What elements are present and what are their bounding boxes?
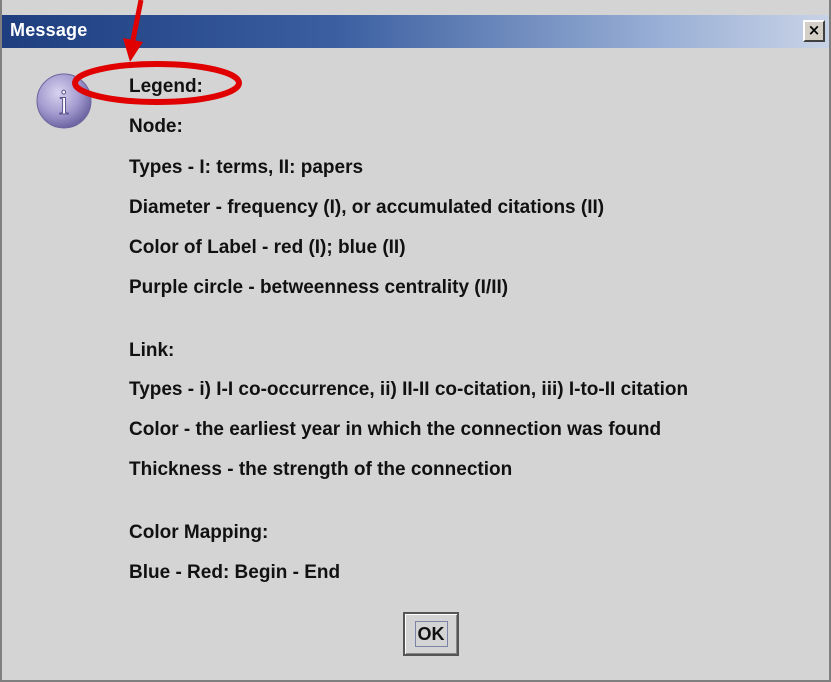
message-line-link-color: Color - the earliest year in which the c… <box>129 419 662 440</box>
message-line-legend: Legend: <box>129 76 203 97</box>
message-line-link-thickness: Thickness - the strength of the connecti… <box>129 459 513 480</box>
message-line-label-color: Color of Label - red (I); blue (II) <box>129 237 406 258</box>
close-button[interactable]: × <box>803 20 825 42</box>
message-line-node-diameter: Diameter - frequency (I), or accumulated… <box>129 197 605 218</box>
ok-button[interactable]: OK <box>403 612 459 656</box>
message-line-node-types: Types - I: terms, II: papers <box>129 157 364 178</box>
message-line-color-mapping: Blue - Red: Begin - End <box>129 562 341 583</box>
message-dialog: Message × i Legend: Node: Types - I: ter… <box>0 0 831 682</box>
info-icon: i <box>36 73 92 129</box>
window-title: Message <box>10 20 88 40</box>
message-line-color-mapping-heading: Color Mapping: <box>129 522 269 543</box>
title-bar[interactable]: Message × <box>2 15 829 48</box>
message-line-node-heading: Node: <box>129 116 183 137</box>
message-line-link-types: Types - i) I-I co-occurrence, ii) II-II … <box>129 379 689 400</box>
info-glyph: i <box>59 82 69 122</box>
ok-button-label: OK <box>414 621 448 647</box>
message-line-link-heading: Link: <box>129 340 175 361</box>
message-line-purple-circle: Purple circle - betweenness centrality (… <box>129 277 509 298</box>
